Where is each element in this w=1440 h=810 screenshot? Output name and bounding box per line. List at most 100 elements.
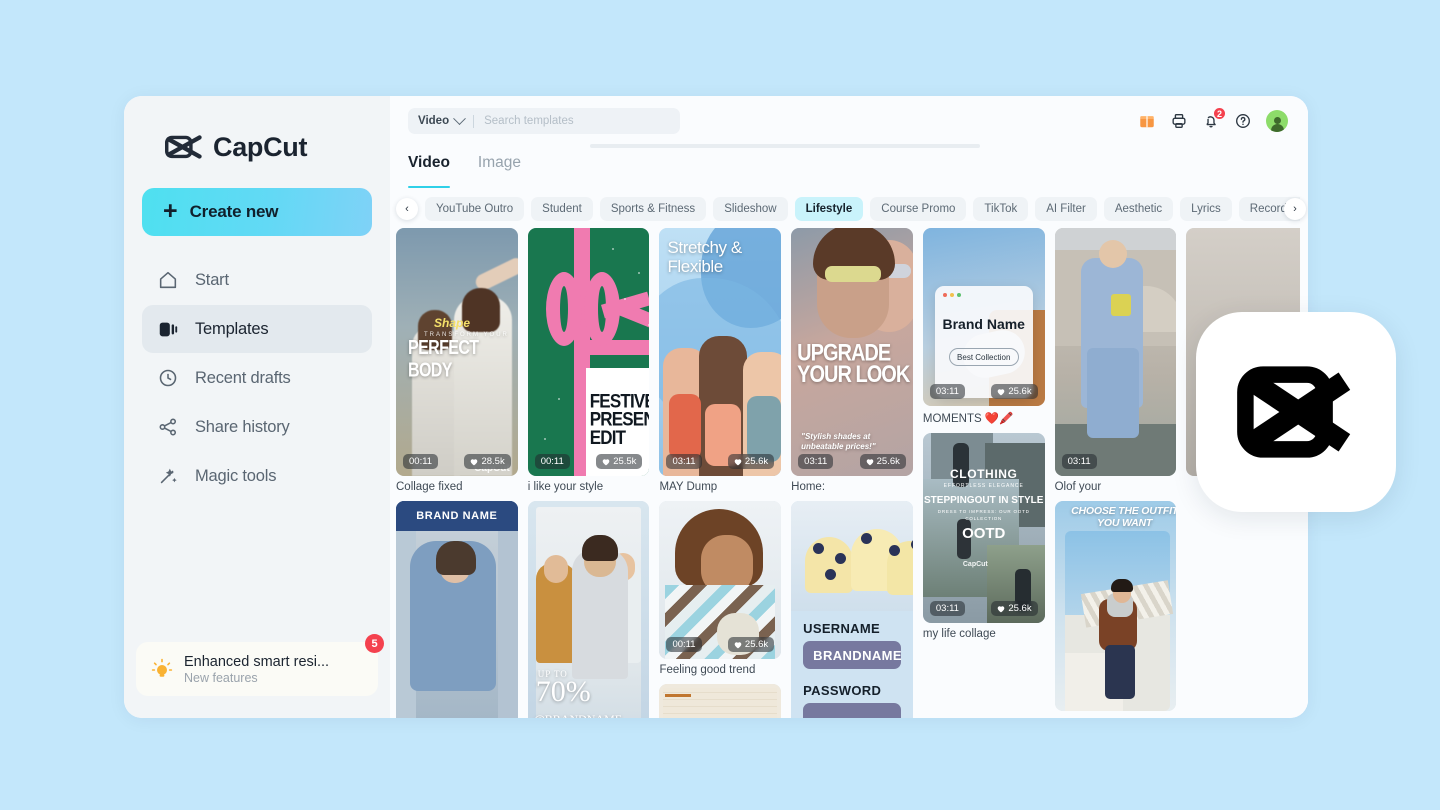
sidebar-item-magic-tools[interactable]: Magic tools (142, 452, 372, 500)
template-thumbnail[interactable]: Brand Name Best Collection 03:11 25.6k (923, 228, 1045, 406)
clock-icon (156, 366, 180, 390)
sidebar-item-label: Templates (195, 320, 268, 339)
create-new-label: Create new (190, 202, 279, 222)
overlay-title: PERFECT BODY (408, 338, 518, 383)
templates-grid-scroll[interactable]: Shape TRANSFORM YOUR PERFECT BODY CapCut… (390, 228, 1308, 718)
overlay-line-2: EFFORTLESS ELEGANCE (923, 483, 1045, 489)
chip-sports-fitness[interactable]: Sports & Fitness (600, 197, 706, 221)
duration-badge: 03:11 (666, 454, 701, 469)
template-card[interactable]: Shape TRANSFORM YOUR PERFECT BODY CapCut… (396, 228, 518, 493)
promo-texts: Enhanced smart resi... New features (184, 654, 329, 685)
plays-badge: 25.6k (860, 454, 906, 469)
template-thumbnail[interactable]: CLOTHING EFFORTLESS ELEGANCE STEPPINGOUT… (923, 433, 1045, 623)
content-type-tabs: Video Image (390, 146, 1308, 188)
sidebar-item-recent-drafts[interactable]: Recent drafts (142, 354, 372, 402)
chip-course-promo[interactable]: Course Promo (870, 197, 966, 221)
template-thumbnail[interactable]: Shape TRANSFORM YOUR PERFECT BODY CapCut… (396, 228, 518, 476)
template-thumbnail[interactable]: 00:11 25.6k (659, 501, 781, 659)
template-thumbnail[interactable]: FESTIVE PRESENT EDIT 00:11 25.5k (528, 228, 650, 476)
search-scope-dropdown[interactable]: Video (418, 115, 473, 127)
overlay-title: 70% (536, 675, 591, 709)
sidebar-item-start[interactable]: Start (142, 256, 372, 304)
template-title: my life collage (923, 628, 1045, 640)
chips-next-button[interactable]: › (1284, 198, 1306, 220)
overlay-pill: Best Collection (949, 348, 1019, 366)
template-thumbnail[interactable]: UP TO 70% @BRANDNAME (528, 501, 650, 718)
thumbnail-art: CLOTHING EFFORTLESS ELEGANCE STEPPINGOUT… (923, 433, 1045, 623)
template-card[interactable]: CLOTHING EFFORTLESS ELEGANCE STEPPINGOUT… (923, 433, 1045, 640)
chip-ai-filter[interactable]: AI Filter (1035, 197, 1097, 221)
search-bar[interactable]: Video (408, 108, 680, 134)
printer-icon[interactable] (1170, 112, 1188, 130)
category-chips-row: ‹ YouTube Outro Student Sports & Fitness… (390, 188, 1308, 230)
sidebar-item-share-history[interactable]: Share history (142, 403, 372, 451)
chip-student[interactable]: Student (531, 197, 593, 221)
overlay-title: Brand Name (935, 316, 1033, 332)
horizontal-scrollbar[interactable] (590, 144, 980, 148)
template-card[interactable]: USERNAME BRANDNAME PASSWORD (791, 501, 913, 718)
template-thumbnail[interactable]: 03:11 (1055, 228, 1177, 476)
template-thumbnail[interactable]: CHOOSE THE OUTFIT YOU WANT (1055, 501, 1177, 711)
create-new-button[interactable]: + Create new (142, 188, 372, 236)
template-card[interactable]: UPGRADE YOUR LOOK "Stylish shades at unb… (791, 228, 913, 493)
chip-lifestyle[interactable]: Lifestyle (795, 197, 864, 221)
template-thumbnail[interactable]: USERNAME BRANDNAME PASSWORD (791, 501, 913, 718)
template-card[interactable]: 03:11 Olof your (1055, 228, 1177, 493)
template-title: MAY Dump (659, 481, 781, 493)
window-dots-icon (943, 293, 961, 297)
promo-subtitle: New features (184, 671, 329, 685)
bell-icon[interactable]: 2 (1202, 112, 1220, 130)
template-card[interactable]: BRAND NAME CapCut (396, 501, 518, 718)
overlay-line-5: OOTD (923, 525, 1045, 542)
template-thumbnail[interactable]: BRAND NAME CapCut (396, 501, 518, 718)
magic-wand-icon (156, 464, 180, 488)
tab-video[interactable]: Video (408, 154, 450, 188)
gift-bag-icon[interactable] (1138, 112, 1156, 130)
label-password: PASSWORD (803, 683, 881, 698)
templates-icon (156, 317, 180, 341)
chip-slideshow[interactable]: Slideshow (713, 197, 787, 221)
user-avatar[interactable] (1266, 110, 1288, 132)
templates-grid: Shape TRANSFORM YOUR PERFECT BODY CapCut… (396, 228, 1308, 718)
chevron-down-icon (453, 112, 466, 125)
template-thumbnail[interactable]: Stretchy & Flexible 03:11 25.6k (659, 228, 781, 476)
promo-title: Enhanced smart resi... (184, 654, 329, 670)
template-thumbnail[interactable] (659, 684, 781, 718)
template-card[interactable]: CHOOSE THE OUTFIT YOU WANT (1055, 501, 1177, 711)
overlay-title: Stretchy & Flexible (667, 238, 781, 276)
sidebar: CapCut + Create new Start (124, 96, 390, 718)
chip-youtube-outro[interactable]: YouTube Outro (425, 197, 524, 221)
template-card[interactable]: Stretchy & Flexible 03:11 25.6k MAY Dump (659, 228, 781, 493)
capcut-app-window: CapCut + Create new Start (124, 96, 1308, 718)
label-username: USERNAME (803, 621, 880, 636)
help-circle-icon[interactable] (1234, 112, 1252, 130)
tab-image[interactable]: Image (478, 154, 521, 188)
template-title: Home: (791, 481, 913, 493)
template-card[interactable]: 00:11 25.6k Feeling good trend (659, 501, 781, 676)
grid-column-4: UPGRADE YOUR LOOK "Stylish shades at unb… (791, 228, 913, 718)
search-input[interactable] (474, 115, 670, 127)
template-card[interactable] (659, 684, 781, 718)
sidebar-item-label: Magic tools (195, 467, 276, 486)
thumbnail-art: UPGRADE YOUR LOOK "Stylish shades at unb… (791, 228, 913, 476)
overlay-handle: @BRANDNAME (534, 712, 622, 718)
chips-prev-button[interactable]: ‹ (396, 198, 418, 220)
sidebar-item-label: Start (195, 271, 229, 290)
capcut-logo-icon (165, 134, 203, 160)
overlay-line-3: STEPPINGOUT IN STYLE (923, 495, 1045, 506)
sidebar-item-label: Recent drafts (195, 369, 291, 388)
chip-tiktok[interactable]: TikTok (973, 197, 1028, 221)
template-card[interactable]: Brand Name Best Collection 03:11 25.6k M… (923, 228, 1045, 425)
overlay-script: Shape (434, 316, 470, 330)
template-card[interactable]: FESTIVE PRESENT EDIT 00:11 25.5k (528, 228, 650, 493)
promo-card[interactable]: Enhanced smart resi... New features (136, 642, 378, 696)
template-card[interactable]: UP TO 70% @BRANDNAME (528, 501, 650, 718)
sidebar-nav: Start Templates Recent (142, 256, 372, 500)
sidebar-item-templates[interactable]: Templates (142, 305, 372, 353)
template-thumbnail[interactable]: UPGRADE YOUR LOOK "Stylish shades at unb… (791, 228, 913, 476)
chip-aesthetic[interactable]: Aesthetic (1104, 197, 1173, 221)
thumbnail-art: CHOOSE THE OUTFIT YOU WANT (1055, 501, 1177, 711)
template-title: Collage fixed (396, 481, 518, 493)
grid-column-3: Stretchy & Flexible 03:11 25.6k MAY Dump (659, 228, 781, 718)
chip-lyrics[interactable]: Lyrics (1180, 197, 1232, 221)
